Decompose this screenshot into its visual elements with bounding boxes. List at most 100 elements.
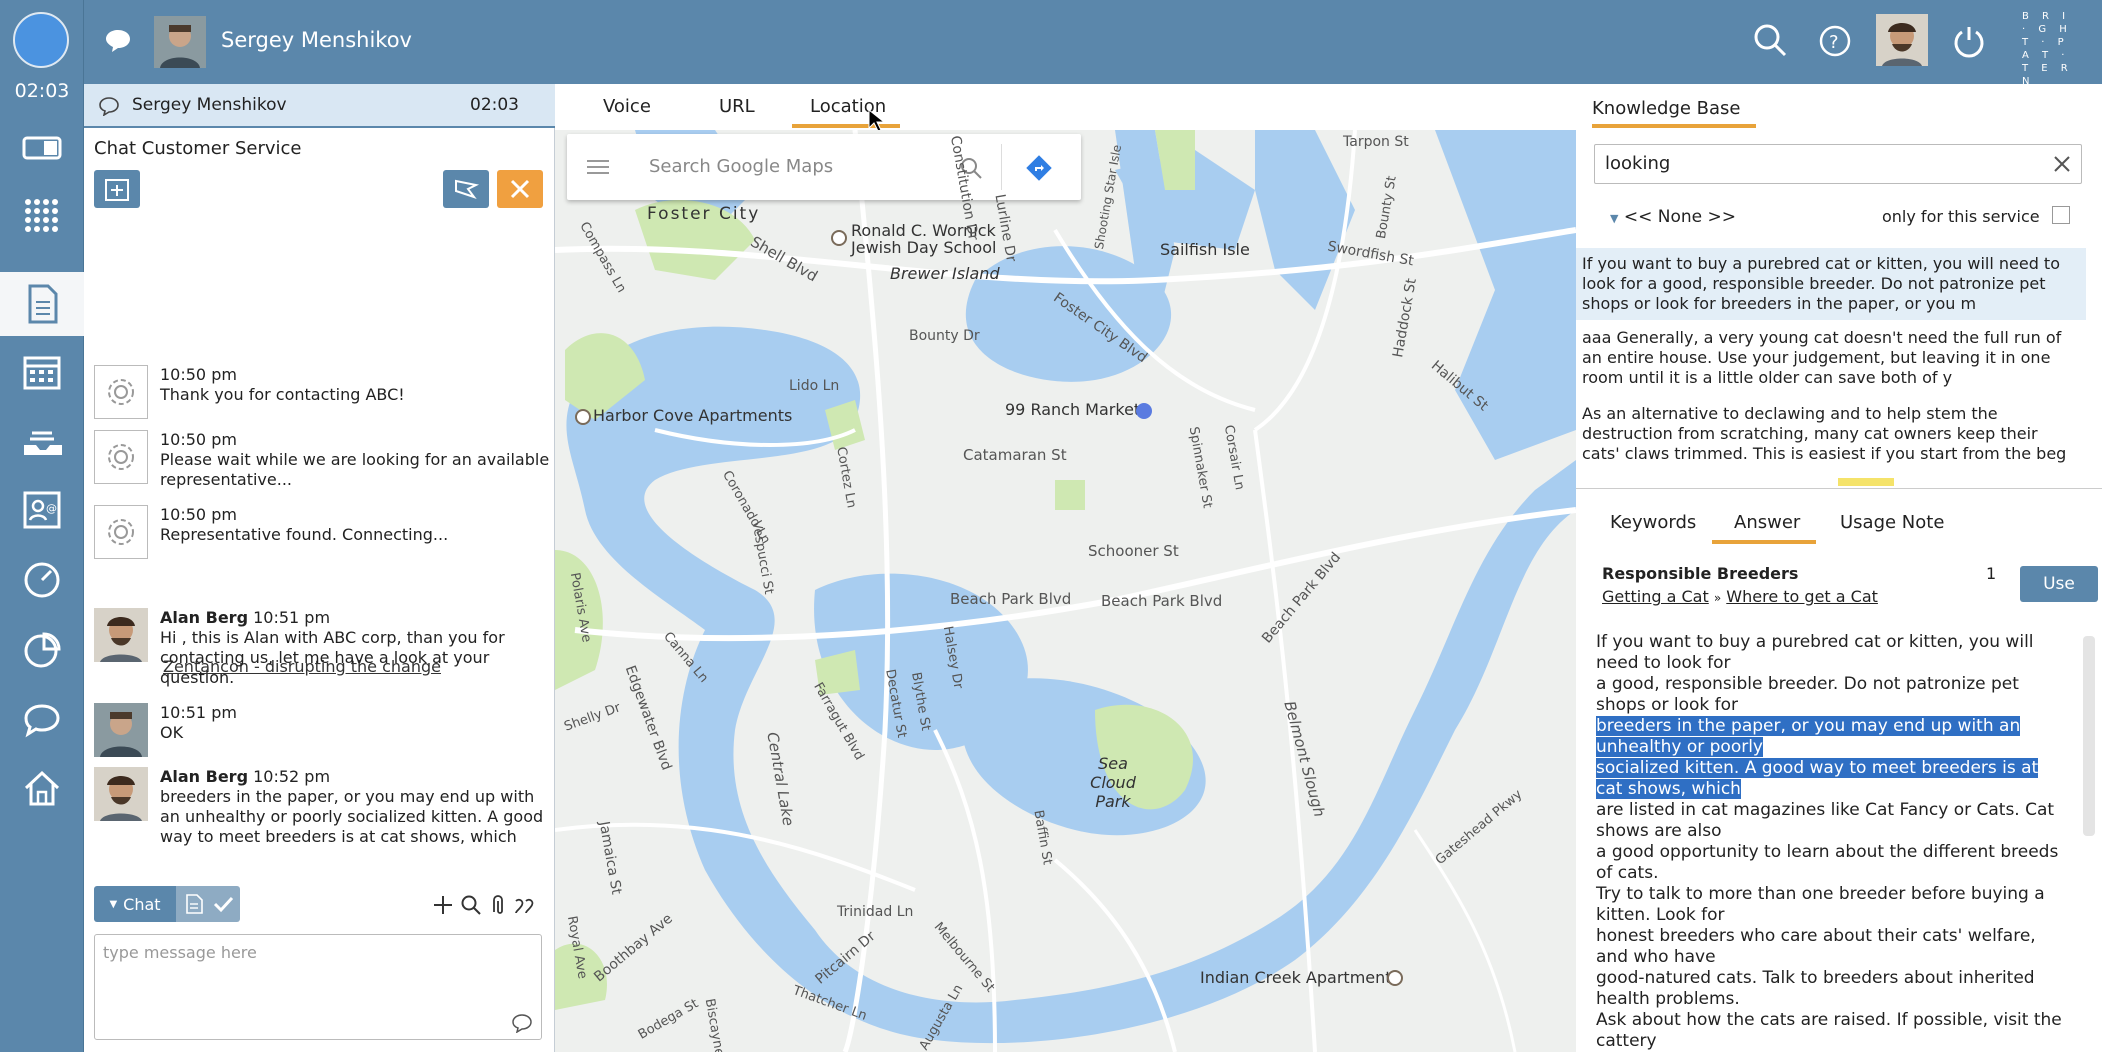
system-gear-icon xyxy=(94,505,148,559)
window-icon[interactable] xyxy=(0,116,84,180)
message-text: Hi , this is Alan with ABC corp, than yo… xyxy=(160,628,505,687)
power-icon[interactable] xyxy=(1952,24,1986,62)
map-label: Foster City xyxy=(647,204,761,224)
map-label: Brewer Island xyxy=(890,264,1000,283)
answer-line-highlighted: socialized kitten. A good way to meet br… xyxy=(1596,758,2039,799)
kb-answer-title: Responsible Breeders xyxy=(1602,564,1799,583)
chat-mode-buttons[interactable] xyxy=(176,886,240,922)
kb-tab-keywords[interactable]: Keywords xyxy=(1610,512,1696,533)
kb-result[interactable]: aaa Generally, a very young cat doesn't … xyxy=(1576,322,2086,394)
map-label: Catamaran St xyxy=(963,446,1067,464)
map-view[interactable]: Search Google Maps Foster City Ronald C.… xyxy=(555,130,1576,1052)
kb-filter-dropdown[interactable]: ▼ << None >> xyxy=(1610,207,1736,227)
answer-line-highlighted: breeders in the paper, or you may end up… xyxy=(1596,716,2021,757)
kb-search-input[interactable]: looking xyxy=(1594,144,2082,184)
tab-url[interactable]: URL xyxy=(719,96,755,117)
clear-icon[interactable] xyxy=(2053,155,2071,173)
home-icon[interactable] xyxy=(0,756,84,820)
status-indicator[interactable] xyxy=(13,12,69,68)
system-gear-icon xyxy=(94,430,148,484)
map-search-box[interactable]: Search Google Maps xyxy=(567,134,1081,200)
directions-icon[interactable] xyxy=(1025,154,1053,182)
contact-card-icon[interactable]: @ xyxy=(0,478,84,542)
kb-crumb-separator: » xyxy=(1713,591,1722,605)
knowledge-base-panel: Knowledge Base looking ▼ << None >> only… xyxy=(1576,84,2102,1052)
agent-avatar xyxy=(154,16,206,68)
chat-icon xyxy=(99,97,119,116)
kb-scrollbar[interactable] xyxy=(2083,636,2095,836)
quote-icon[interactable] xyxy=(512,895,538,915)
search-icon[interactable] xyxy=(460,894,482,916)
map-label: Ronald C. Wornick Jewish Day School xyxy=(851,221,997,257)
caret-down-icon: ▼ xyxy=(1610,212,1619,225)
map-label: Schooner St xyxy=(1088,542,1179,560)
pie-chart-icon[interactable] xyxy=(0,618,84,682)
kb-answer-count: 1 xyxy=(1986,564,1997,583)
svg-text:?: ? xyxy=(1829,32,1839,53)
paperclip-icon[interactable] xyxy=(488,894,508,916)
kb-crumb-link[interactable]: Where to get a Cat xyxy=(1726,587,1878,606)
chat-toolbar: ▼ Chat xyxy=(94,886,549,922)
kb-crumb-link[interactable]: Getting a Cat xyxy=(1602,587,1709,606)
speech-bubble-icon[interactable] xyxy=(0,688,84,752)
sidebar-timer: 02:03 xyxy=(14,80,70,102)
chat-bubble-icon[interactable] xyxy=(104,28,132,58)
tab-voice[interactable]: Voice xyxy=(603,96,651,117)
kb-divider xyxy=(1576,488,2102,489)
kb-title[interactable]: Knowledge Base xyxy=(1592,98,1741,119)
message-text: OK xyxy=(160,723,184,742)
kb-result[interactable]: If you want to buy a purebred cat or kit… xyxy=(1576,248,2086,320)
message-time: 10:50 pm xyxy=(160,365,237,384)
close-chat-button[interactable] xyxy=(497,170,543,208)
map-label: Tarpon St xyxy=(1343,134,1409,150)
kb-only-service-checkbox[interactable] xyxy=(2052,206,2070,224)
kb-title-underline xyxy=(1592,124,1756,128)
left-sidebar: 02:03 @ xyxy=(0,0,84,1052)
document-icon[interactable] xyxy=(0,272,84,336)
chat-dropdown-button[interactable]: ▼ Chat xyxy=(94,886,176,922)
document-icon[interactable] xyxy=(184,893,204,915)
schedule-button[interactable] xyxy=(94,170,140,208)
map-label: Trinidad Ln xyxy=(837,904,914,920)
kb-tab-usage-note[interactable]: Usage Note xyxy=(1840,512,1944,533)
answer-line: good-natured cats. Talk to breeders abou… xyxy=(1596,968,2035,1009)
grid-icon[interactable] xyxy=(0,184,84,248)
message-input[interactable]: type message here xyxy=(94,934,542,1040)
shopping-pin-icon xyxy=(1136,403,1152,419)
answer-line: a good opportunity to learn about the di… xyxy=(1596,842,2059,883)
map-label: Lido Ln xyxy=(789,378,840,394)
help-icon[interactable]: ? xyxy=(1818,24,1852,62)
svg-text:@: @ xyxy=(46,502,57,515)
top-bar: Sergey Menshikov ? B R I · G H T · P A T… xyxy=(84,0,2102,87)
speech-bubble-icon[interactable] xyxy=(511,1013,533,1033)
message-author: Alan Berg xyxy=(160,767,249,786)
kb-tab-answer[interactable]: Answer xyxy=(1734,512,1800,533)
map-label: Sea Cloud Park xyxy=(1090,754,1136,811)
alan-avatar xyxy=(94,767,148,821)
checkmark-icon[interactable] xyxy=(212,894,234,914)
kb-result-fade xyxy=(1838,478,1894,486)
use-button[interactable]: Use xyxy=(2020,566,2098,602)
kb-result[interactable]: As an alternative to declawing and to he… xyxy=(1576,398,2086,470)
apartment-pin-icon xyxy=(1387,970,1403,986)
plus-icon[interactable] xyxy=(432,894,454,916)
flag-icon xyxy=(455,179,480,199)
flag-button[interactable] xyxy=(443,170,489,208)
chat-header[interactable]: Sergey Menshikov 02:03 xyxy=(84,84,555,128)
inbox-icon[interactable] xyxy=(0,410,84,474)
gauge-icon[interactable] xyxy=(0,548,84,612)
close-icon xyxy=(510,179,530,199)
kb-filter-value: << None >> xyxy=(1623,207,1737,227)
hamburger-icon[interactable] xyxy=(587,158,609,176)
search-icon[interactable] xyxy=(1752,22,1788,62)
kb-search-value: looking xyxy=(1605,153,1671,174)
calendar-plus-icon xyxy=(105,179,129,201)
message-author: Alan Berg xyxy=(160,608,249,627)
kb-only-service-label: only for this service xyxy=(1882,207,2040,226)
calendar-icon[interactable] xyxy=(0,340,84,404)
answer-line: Try to talk to more than one breeder bef… xyxy=(1596,884,2045,925)
apartment-pin-icon xyxy=(575,409,591,425)
service-name: Chat Customer Service xyxy=(94,138,302,159)
user-avatar[interactable] xyxy=(1876,14,1928,66)
alan-avatar xyxy=(94,608,148,662)
